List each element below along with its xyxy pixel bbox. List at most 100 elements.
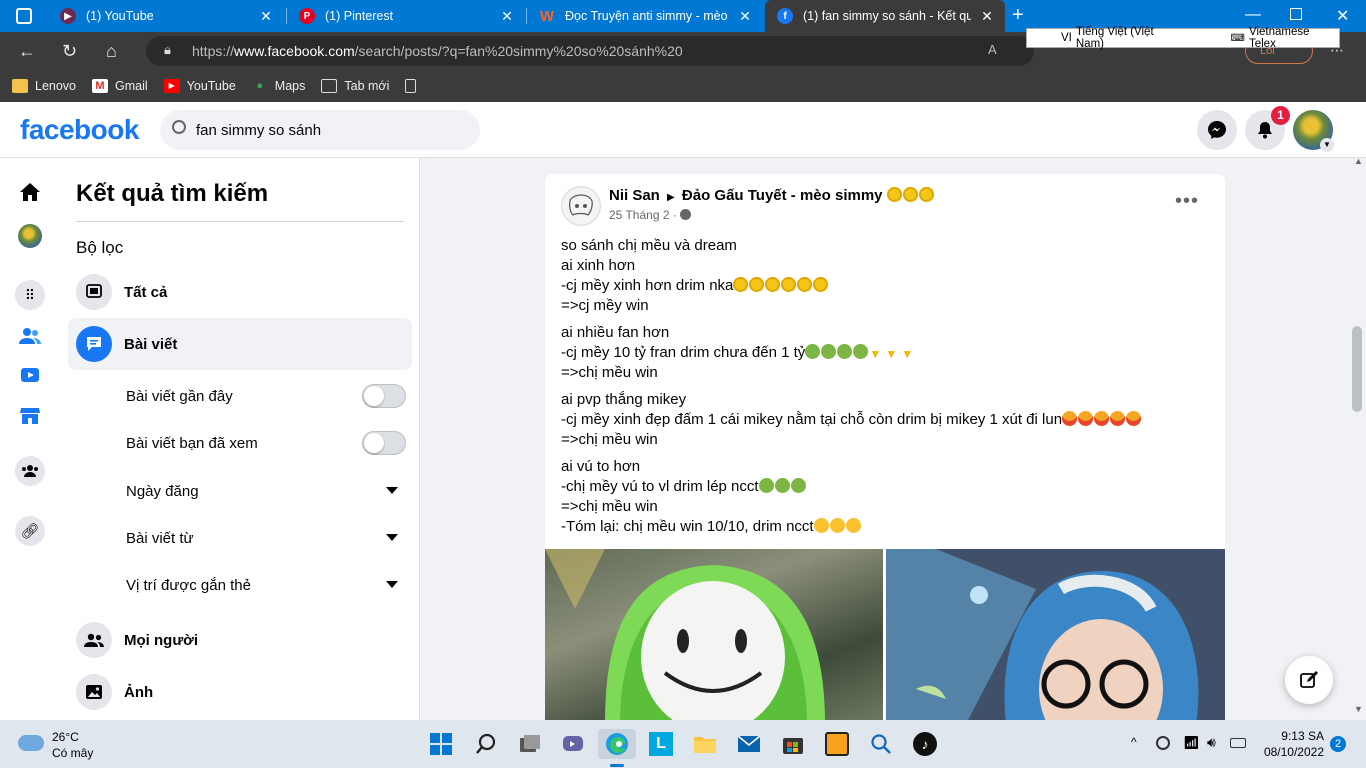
post-line: ai vú to hơn (561, 458, 641, 475)
post-header: Nii San ▶ Đảo Gấu Tuyết - mèo simmy (609, 187, 935, 204)
marketplace-icon[interactable] (18, 404, 42, 428)
bookmark-new-tab[interactable]: Tab mới (321, 79, 389, 93)
search-result-post: Nii San ▶ Đảo Gấu Tuyết - mèo simmy 25 T… (545, 174, 1225, 720)
post-line: -cj mềy xinh hơn drim nka (561, 277, 734, 294)
post-photo-simmy[interactable] (886, 549, 1225, 720)
filter-posts-from[interactable]: Bài viết từ (126, 518, 406, 558)
refresh-icon[interactable]: ↻ (62, 41, 77, 62)
notification-center-badge[interactable]: 2 (1330, 736, 1346, 752)
seen-posts-toggle[interactable] (362, 431, 406, 455)
close-tab-icon[interactable]: ✕ (737, 8, 753, 25)
tab-facebook-search[interactable]: f (1) fan simmy so sánh - Kết quả t ✕ (765, 0, 1005, 32)
filter-posts[interactable]: Bài viết (68, 318, 412, 370)
post-group-link[interactable]: Đảo Gấu Tuyết - mèo simmy (682, 187, 883, 204)
home-icon[interactable]: ⌂ (106, 41, 117, 62)
youtube-icon: ▶ (60, 8, 76, 24)
post-date-link[interactable]: 25 Tháng 2 (609, 208, 670, 222)
menu-grid-icon[interactable]: ⠿ (15, 280, 45, 310)
url-field[interactable]: 🔒︎ https://www.facebook.com/search/posts… (146, 36, 1034, 66)
close-tab-icon[interactable]: ✕ (258, 8, 274, 25)
scroll-down-arrow[interactable]: ▼ (1354, 704, 1363, 714)
bookmark-gmail[interactable]: M Gmail (92, 79, 148, 93)
windows-taskbar: 26°C Có mây L ♪ ^ 📶︎ 🔊︎ 9:13 SA 08/10/20… (0, 720, 1366, 768)
bookmark-lenovo[interactable]: Lenovo (12, 79, 76, 93)
edge-button[interactable] (598, 729, 636, 759)
tiktok-icon: ♪ (913, 732, 937, 756)
link-icon[interactable]: 🔗︎ (15, 516, 45, 546)
post-photo-dream-mask[interactable] (545, 549, 883, 720)
filter-all[interactable]: Tất cả (68, 266, 412, 318)
start-button[interactable] (426, 729, 456, 759)
home-icon[interactable] (18, 180, 42, 204)
weather-widget[interactable]: 26°C Có mây (18, 729, 138, 761)
bookmark-page[interactable] (405, 79, 423, 93)
app-orange-button[interactable] (822, 729, 852, 759)
filter-people[interactable]: Mọi người (68, 614, 412, 666)
more-options-icon[interactable]: ••• (1175, 190, 1199, 213)
edge-active-indicator (610, 764, 624, 767)
account-chevron-icon[interactable]: ▼ (1320, 138, 1334, 152)
chat-icon (563, 736, 583, 751)
tab-youtube[interactable]: ▶ (1) YouTube ✕ (48, 0, 284, 32)
tab-icon (321, 79, 338, 93)
wifi-icon[interactable]: 📶︎ (1183, 735, 1200, 751)
groups-icon[interactable] (15, 456, 45, 486)
clock[interactable]: 9:13 SA 08/10/2022 (1258, 728, 1324, 760)
bookmark-maps[interactable]: ● Maps (252, 79, 305, 93)
gmail-icon: M (92, 79, 109, 93)
learn-app-button[interactable]: L (646, 729, 676, 759)
post-author-link[interactable]: Nii San (609, 187, 660, 204)
close-tab-icon[interactable]: ✕ (979, 8, 995, 25)
messenger-button[interactable] (1197, 110, 1237, 150)
close-tab-icon[interactable]: ✕ (499, 8, 515, 25)
sync-error-icon[interactable] (1156, 736, 1170, 750)
wattpad-icon: W (539, 7, 555, 25)
bookmark-youtube[interactable]: ▶ YouTube (163, 79, 236, 93)
search-icon (172, 120, 186, 134)
volume-icon[interactable]: 🔊︎ (1207, 734, 1216, 751)
search-app-button[interactable] (866, 729, 896, 759)
tab-actions-icon[interactable] (16, 8, 32, 24)
bell-icon (1258, 122, 1272, 139)
recent-posts-toggle[interactable] (362, 384, 406, 408)
ime-language-bar[interactable]: VI Tiếng Việt (Việt Nam) ⌨ Vietnamese Te… (1026, 26, 1340, 50)
restore-button[interactable] (1290, 8, 1302, 20)
new-message-button[interactable] (1285, 656, 1333, 704)
filter-tagged-location[interactable]: Vị trí được gắn thẻ (126, 565, 406, 605)
watch-icon[interactable] (18, 364, 42, 388)
new-tab-button[interactable]: + (1012, 4, 1024, 27)
scroll-up-arrow[interactable]: ▲ (1354, 156, 1363, 166)
mail-button[interactable] (734, 729, 764, 759)
emoji-nauseated-icon (805, 344, 869, 361)
tab-pinterest[interactable]: P (1) Pinterest ✕ (287, 0, 525, 32)
windows-icon (430, 733, 452, 755)
author-avatar[interactable] (561, 186, 601, 226)
chevron-down-icon (386, 581, 398, 588)
search-input[interactable]: fan simmy so sánh (160, 110, 480, 150)
profile-avatar[interactable] (18, 224, 42, 248)
back-icon[interactable]: ← (18, 41, 36, 62)
app-orange-icon (825, 732, 849, 756)
tiktok-button[interactable]: ♪ (910, 729, 940, 759)
page-scrollbar[interactable]: ▲ ▼ (1350, 156, 1366, 720)
scrollbar-thumb[interactable] (1352, 326, 1362, 412)
cloud-icon (18, 735, 44, 751)
task-view-button[interactable] (515, 729, 545, 759)
filter-photos[interactable]: Ảnh (68, 666, 412, 718)
teams-chat-button[interactable] (558, 729, 588, 759)
tab-wattpad[interactable]: W Đọc Truyện anti simmy - mèo sim ✕ (527, 0, 763, 32)
post-line: =>chị mều win (561, 431, 658, 448)
filter-date-posted[interactable]: Ngày đăng (126, 471, 406, 511)
file-explorer-button[interactable] (690, 729, 720, 759)
store-button[interactable] (778, 729, 808, 759)
minimize-button[interactable]: — (1245, 6, 1261, 24)
facebook-logo[interactable]: facebook (20, 114, 139, 146)
show-hidden-icons[interactable]: ^ (1131, 735, 1137, 749)
battery-icon[interactable] (1230, 738, 1246, 748)
pinterest-icon: P (299, 8, 315, 24)
close-window-button[interactable]: ✕ (1336, 6, 1349, 26)
friends-icon[interactable] (18, 324, 42, 348)
read-aloud-icon[interactable]: A (988, 42, 997, 57)
filter-seen-posts: Bài viết bạn đã xem (126, 423, 406, 463)
taskbar-search-button[interactable] (471, 729, 501, 759)
